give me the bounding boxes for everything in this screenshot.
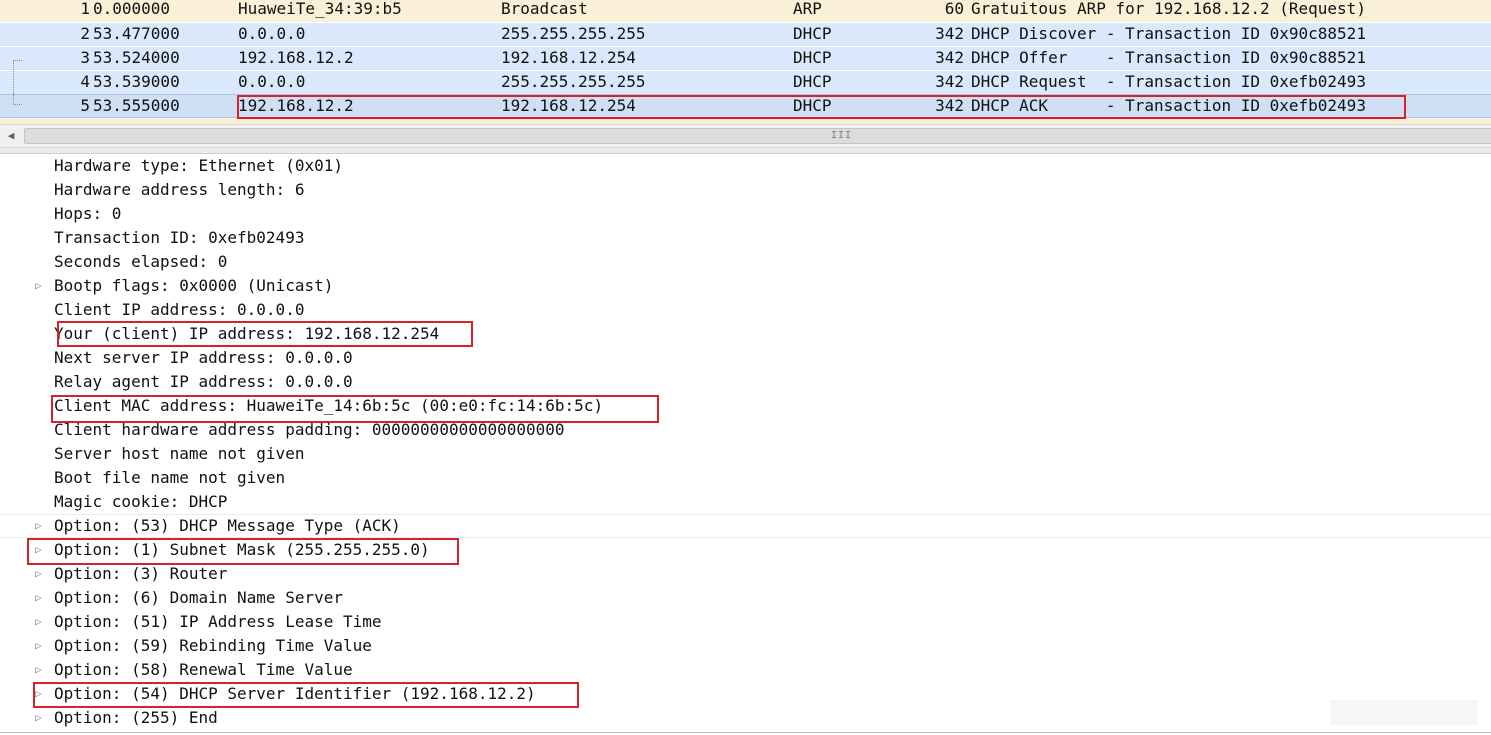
packet-source: 192.168.12.2 [238,48,354,67]
tree-item[interactable]: Hops: 0 [0,202,1491,226]
packet-source: 0.0.0.0 [238,24,306,43]
tree-item-expandable[interactable]: ▷ Option: (51) IP Address Lease Time [0,610,1491,634]
packet-time: 53.477000 [93,24,180,43]
packet-length: 342 [935,24,964,43]
triangle-right-icon[interactable]: ▷ [35,706,45,730]
packet-row[interactable]: 2 53.477000 0.0.0.0 255.255.255.255 DHCP… [0,22,1491,47]
triangle-right-icon[interactable]: ▷ [35,658,45,682]
tree-item[interactable]: Seconds elapsed: 0 [0,250,1491,274]
annotation-box-server-identifier [33,682,579,708]
tree-item-label: Transaction ID: 0xefb02493 [54,228,305,247]
conversation-bracket-bottom [13,104,22,105]
triangle-right-icon[interactable]: ▷ [35,586,45,610]
packet-protocol: DHCP [793,72,832,91]
packet-length: 342 [935,72,964,91]
triangle-right-icon[interactable]: ▷ [35,274,45,298]
packet-time: 0.000000 [93,0,171,18]
pane-bottom-border [0,732,1491,733]
conversation-bracket-top [13,60,22,61]
tree-item[interactable]: Relay agent IP address: 0.0.0.0 [0,370,1491,394]
tree-item-expandable[interactable]: ▷ Option: (6) Domain Name Server [0,586,1491,610]
packet-row[interactable]: 3 53.524000 192.168.12.2 192.168.12.254 … [0,46,1491,71]
triangle-right-icon[interactable]: ▷ [35,610,45,634]
tree-item-label: Relay agent IP address: 0.0.0.0 [54,372,353,391]
tree-item[interactable]: Client IP address: 0.0.0.0 [0,298,1491,322]
packet-length: 342 [935,48,964,67]
packet-time: 53.539000 [93,72,180,91]
packet-protocol: ARP [793,0,822,18]
tree-item[interactable]: Server host name not given [0,442,1491,466]
packet-protocol: DHCP [793,24,832,43]
tree-item[interactable]: Next server IP address: 0.0.0.0 [0,346,1491,370]
packet-number: 2 [80,24,90,43]
tree-item-label: Client IP address: 0.0.0.0 [54,300,305,319]
packet-destination: 255.255.255.255 [501,72,646,91]
annotation-box-ack-packet [237,95,1406,119]
tree-item-label: Boot file name not given [54,468,286,487]
annotation-box-client-mac [51,395,659,423]
tree-item-label: Option: (3) Router [54,564,228,583]
packet-info: DHCP Discover - Transaction ID 0x90c8852… [971,24,1366,43]
tree-item[interactable]: Boot file name not given [0,466,1491,490]
packet-info: Gratuitous ARP for 192.168.12.2 (Request… [971,0,1366,18]
triangle-right-icon[interactable]: ▷ [35,634,45,658]
packet-destination: Broadcast [501,0,588,18]
annotation-box-your-ip [57,321,473,347]
packet-row[interactable]: 4 53.539000 0.0.0.0 255.255.255.255 DHCP… [0,70,1491,95]
tree-item[interactable]: Transaction ID: 0xefb02493 [0,226,1491,250]
tree-item-expandable[interactable]: ▷ Option: (53) DHCP Message Type (ACK) [0,514,1491,538]
packet-info: DHCP Request - Transaction ID 0xefb02493 [971,72,1366,91]
tree-item-label: Option: (58) Renewal Time Value [54,660,353,679]
packet-number: 1 [80,0,90,18]
tree-item-label: Option: (59) Rebinding Time Value [54,636,372,655]
scrollbar-thumb[interactable]: III [24,128,1491,144]
tree-item-label: Option: (51) IP Address Lease Time [54,612,382,631]
tree-item-label: Option: (53) DHCP Message Type (ACK) [54,516,401,535]
packet-row[interactable]: 1 0.000000 HuaweiTe_34:39:b5 Broadcast A… [0,0,1491,22]
triangle-right-icon[interactable]: ▷ [35,562,45,586]
tree-item-label: Bootp flags: 0x0000 (Unicast) [54,276,334,295]
packet-protocol: DHCP [793,48,832,67]
triangle-right-icon[interactable]: ▷ [35,515,45,537]
tree-item-label: Server host name not given [54,444,305,463]
tree-item-expandable[interactable]: ▷ Option: (255) End [0,706,1491,730]
conversation-bracket [13,60,14,94]
tree-item[interactable]: Magic cookie: DHCP [0,490,1491,514]
tree-item[interactable]: Hardware address length: 6 [0,178,1491,202]
tree-item-label: Seconds elapsed: 0 [54,252,228,271]
tree-item-label: Option: (6) Domain Name Server [54,588,343,607]
packet-time: 53.524000 [93,48,180,67]
packet-destination: 255.255.255.255 [501,24,646,43]
horizontal-scrollbar[interactable]: ◀ III [0,124,1491,148]
annotation-box-subnet-mask [27,538,459,565]
packet-source: HuaweiTe_34:39:b5 [238,0,402,18]
blank-region [1330,700,1478,725]
tree-item-label: Hops: 0 [54,204,122,223]
packet-length: 60 [944,0,964,18]
conversation-bracket-lower [13,94,14,104]
tree-item[interactable]: Hardware type: Ethernet (0x01) [0,154,1491,178]
tree-item-label: Next server IP address: 0.0.0.0 [54,348,353,367]
tree-item-expandable[interactable]: ▷ Option: (59) Rebinding Time Value [0,634,1491,658]
tree-item-label: Option: (255) End [54,708,218,727]
tree-item-expandable[interactable]: ▷ Option: (58) Renewal Time Value [0,658,1491,682]
packet-time: 53.555000 [93,96,180,115]
arrow-left-icon[interactable]: ◀ [3,128,19,144]
packet-destination: 192.168.12.254 [501,48,636,67]
tree-item-expandable[interactable]: ▷ Option: (3) Router [0,562,1491,586]
scrollbar-grip: III [831,130,853,141]
tree-item-label: Hardware address length: 6 [54,180,305,199]
packet-detail-tree: Hardware type: Ethernet (0x01) Hardware a… [0,154,1491,735]
tree-item-label: Hardware type: Ethernet (0x01) [54,156,343,175]
packet-source: 0.0.0.0 [238,72,306,91]
tree-item-expandable[interactable]: ▷ Bootp flags: 0x0000 (Unicast) [0,274,1491,298]
packet-info: DHCP Offer - Transaction ID 0x90c88521 [971,48,1366,67]
tree-item-label: Magic cookie: DHCP [54,492,228,511]
